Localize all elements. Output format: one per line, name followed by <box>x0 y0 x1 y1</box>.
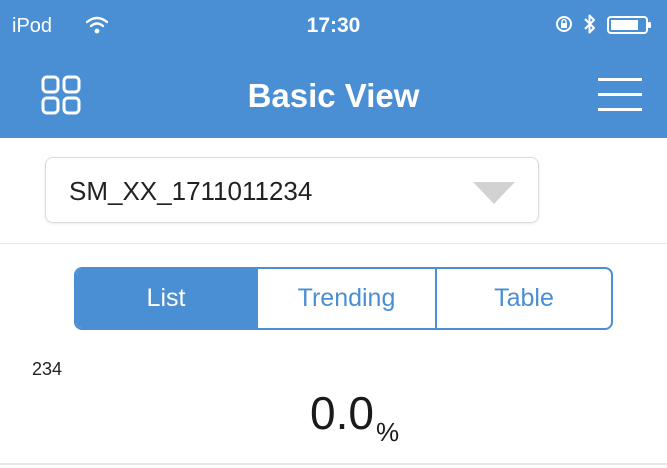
device-dropdown[interactable]: SM_XX_1711011234 <box>45 157 539 223</box>
tab-list[interactable]: List <box>76 269 256 328</box>
reading-display: 0.0% <box>310 388 399 448</box>
reading-value: 0.0 <box>310 387 374 439</box>
tab-trending[interactable]: Trending <box>256 269 435 328</box>
nav-bar: Basic View <box>0 50 667 138</box>
section-divider <box>0 243 667 244</box>
device-dropdown-value: SM_XX_1711011234 <box>69 176 313 206</box>
dropdown-arrow-icon[interactable] <box>471 180 517 206</box>
list-divider <box>0 463 667 465</box>
rotation-lock-icon <box>556 16 572 32</box>
reading-id: 234 <box>32 359 63 379</box>
battery-icon <box>607 16 651 34</box>
app-screen: iPod 17:30 Basic View SM_XX_1711011234 L… <box>0 0 667 468</box>
tab-table[interactable]: Table <box>435 269 611 328</box>
hamburger-menu-icon <box>598 78 642 111</box>
status-bar: iPod 17:30 <box>0 0 667 50</box>
hamburger-menu-button[interactable] <box>588 68 652 122</box>
page-title: Basic View <box>247 77 420 114</box>
app-header: iPod 17:30 Basic View <box>0 0 667 138</box>
reading-unit: % <box>375 417 400 447</box>
bluetooth-icon <box>584 14 595 34</box>
view-tabs: List Trending Table <box>74 267 613 330</box>
